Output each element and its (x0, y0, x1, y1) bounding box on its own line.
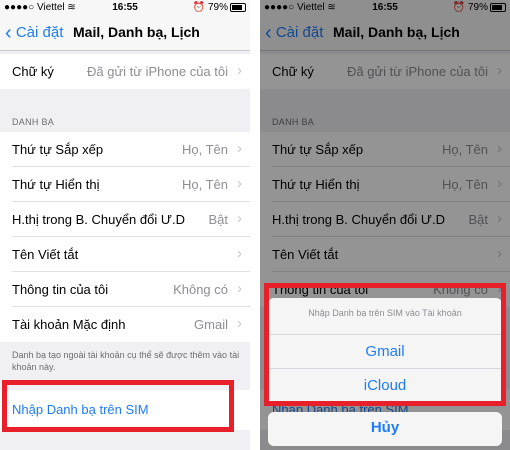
row-value: Không có (173, 282, 228, 297)
app-switcher-row[interactable]: H.thị trong B. Chuyển đổi Ư.D Bật › (0, 202, 250, 237)
chevron-right-icon: › (237, 315, 242, 332)
my-info-row[interactable]: Thông tin của tôi Không có › (0, 272, 250, 307)
contacts-section-header: DANH BẠ (12, 117, 55, 127)
divider (250, 0, 260, 450)
short-name-row[interactable]: Tên Viết tắt › (0, 237, 250, 272)
nav-bar: ‹ Cài đặt Mail, Danh bạ, Lịch (0, 16, 250, 51)
row-value: Họ, Tên (181, 142, 228, 157)
chevron-right-icon: › (237, 140, 242, 157)
row-value: Bật (208, 212, 228, 227)
footnote: Danh bạ tạo ngoài tài khoản cụ thể sẽ đư… (12, 350, 240, 372)
signature-label: Chữ ký (12, 64, 54, 79)
row-label: Thứ tự Sắp xếp (12, 142, 104, 157)
row-label: Tên Viết tắt (12, 247, 79, 262)
highlight-box (264, 283, 506, 406)
chevron-left-icon: ‹ (5, 22, 12, 44)
chevron-right-icon: › (237, 280, 242, 297)
row-label: Thứ tự Hiển thị (12, 177, 100, 192)
row-label: H.thị trong B. Chuyển đổi Ư.D (12, 212, 185, 227)
chevron-right-icon: › (237, 175, 242, 192)
default-account-row[interactable]: Tài khoản Mặc định Gmail › (0, 307, 250, 342)
highlight-box (2, 380, 234, 432)
left-screenshot: ●●●●○ Viettel ≋ 16:55 ⏰ 79% ‹ Cài đặt Ma… (0, 0, 250, 450)
alarm-icon: ⏰ (192, 2, 206, 13)
signature-row[interactable]: Chữ ký Đã gửi từ iPhone của tôi › (0, 54, 250, 89)
battery-icon (230, 2, 246, 12)
right-screenshot: ●●●●○ Viettel ≋ 16:55 ⏰ 79% ‹ Cài đặt Ma… (260, 0, 510, 450)
row-value: Gmail (194, 317, 228, 332)
page-title: Mail, Danh bạ, Lịch (73, 24, 200, 40)
status-bar: ●●●●○ Viettel ≋ 16:55 ⏰ 79% (0, 0, 250, 16)
signature-value: Đã gửi từ iPhone của tôi (87, 64, 228, 79)
chevron-right-icon: › (237, 245, 242, 262)
sort-order-row[interactable]: Thứ tự Sắp xếp Họ, Tên › (0, 132, 250, 167)
row-label: Thông tin của tôi (12, 282, 109, 297)
back-button[interactable]: ‹ Cài đặt (5, 22, 63, 44)
chevron-right-icon: › (237, 62, 242, 79)
display-order-row[interactable]: Thứ tự Hiển thị Họ, Tên › (0, 167, 250, 202)
row-label: Tài khoản Mặc định (12, 317, 126, 332)
battery-indicator: ⏰ 79% (193, 2, 246, 13)
chevron-right-icon: › (237, 210, 242, 227)
row-value: Họ, Tên (181, 177, 228, 192)
cancel-button[interactable]: Hủy (268, 412, 502, 446)
